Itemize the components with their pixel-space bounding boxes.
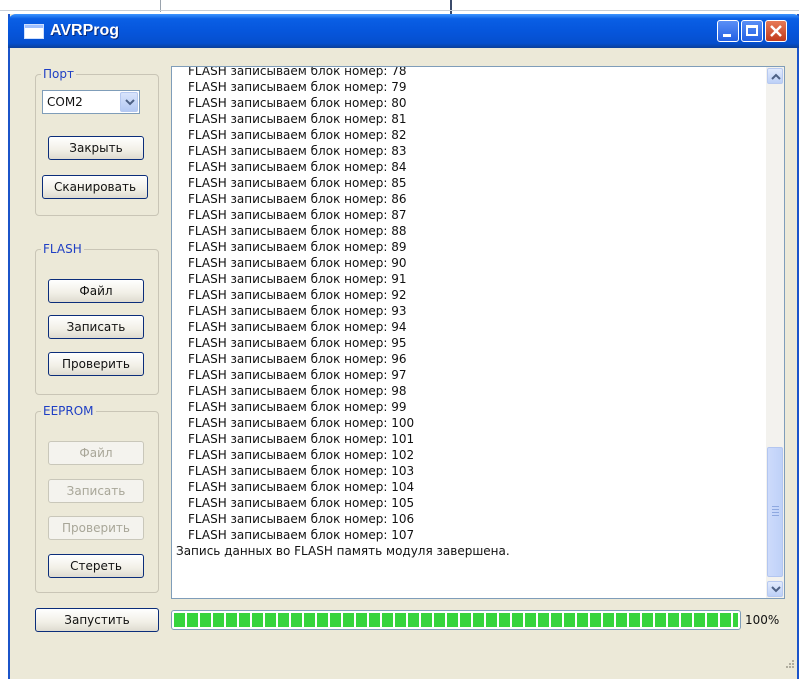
log-lines: FLASH записываем блок номер: 78 FLASH зап… bbox=[172, 66, 762, 559]
eeprom-write-button[interactable]: Записать bbox=[48, 479, 144, 503]
log-line: FLASH записываем блок номер: 102 bbox=[188, 448, 415, 462]
log-textarea[interactable]: FLASH записываем блок номер: 78 FLASH зап… bbox=[171, 66, 785, 599]
com-port-select[interactable]: COM2 bbox=[42, 90, 140, 114]
log-line: FLASH записываем блок номер: 94 bbox=[188, 320, 407, 334]
eeprom-file-button[interactable]: Файл bbox=[48, 441, 144, 465]
log-line: FLASH записываем блок номер: 95 bbox=[188, 336, 407, 350]
log-line: FLASH записываем блок номер: 92 bbox=[188, 288, 407, 302]
background-window-strip bbox=[0, 0, 799, 14]
log-line: FLASH записываем блок номер: 87 bbox=[188, 208, 407, 222]
scroll-up-icon bbox=[771, 73, 781, 80]
log-line: FLASH записываем блок номер: 101 bbox=[188, 432, 415, 446]
log-line: FLASH записываем блок номер: 98 bbox=[188, 384, 407, 398]
log-line: FLASH записываем блок номер: 84 bbox=[188, 160, 407, 174]
log-line: FLASH записываем блок номер: 105 bbox=[188, 496, 415, 510]
maximize-button[interactable] bbox=[741, 20, 763, 42]
log-line: FLASH записываем блок номер: 91 bbox=[188, 272, 407, 286]
window-title: AVRProg bbox=[50, 22, 120, 39]
log-line: FLASH записываем блок номер: 96 bbox=[188, 352, 407, 366]
log-line: FLASH записываем блок номер: 93 bbox=[188, 304, 407, 318]
log-line: FLASH записываем блок номер: 88 bbox=[188, 224, 407, 238]
log-line: FLASH записываем блок номер: 104 bbox=[188, 480, 415, 494]
log-line: FLASH записываем блок номер: 100 bbox=[188, 416, 415, 430]
flash-verify-button[interactable]: Проверить bbox=[48, 352, 144, 376]
log-line: FLASH записываем блок номер: 80 bbox=[188, 96, 407, 110]
flash-write-button[interactable]: Записать bbox=[48, 315, 144, 339]
log-line: FLASH записываем блок номер: 82 bbox=[188, 128, 407, 142]
port-group-label: Порт bbox=[41, 67, 76, 81]
combo-dropdown-button[interactable] bbox=[120, 92, 138, 112]
scan-button[interactable]: Сканировать bbox=[42, 175, 148, 199]
log-final-line: Запись данных во FLASH память модуля зав… bbox=[176, 544, 510, 558]
log-line: FLASH записываем блок номер: 90 bbox=[188, 256, 407, 270]
eeprom-verify-button[interactable]: Проверить bbox=[48, 516, 144, 540]
log-line: FLASH записываем блок номер: 83 bbox=[188, 144, 407, 158]
run-button[interactable]: Запустить bbox=[35, 608, 159, 632]
flash-group-label: FLASH bbox=[41, 242, 84, 256]
app-icon bbox=[24, 24, 44, 39]
flash-file-button[interactable]: Файл bbox=[48, 279, 144, 303]
minimize-icon bbox=[723, 34, 731, 37]
chevron-down-icon bbox=[125, 99, 135, 106]
scroll-thumb[interactable] bbox=[767, 447, 783, 577]
log-line: FLASH записываем блок номер: 78 bbox=[188, 66, 407, 78]
log-line: FLASH записываем блок номер: 85 bbox=[188, 176, 407, 190]
minimize-button[interactable] bbox=[717, 20, 739, 42]
close-port-button[interactable]: Закрыть bbox=[48, 136, 144, 160]
progress-percent: 100% bbox=[745, 613, 780, 627]
log-line: FLASH записываем блок номер: 89 bbox=[188, 240, 407, 254]
log-line: FLASH записываем блок номер: 97 bbox=[188, 368, 407, 382]
maximize-icon bbox=[746, 25, 758, 36]
scroll-down-button[interactable] bbox=[767, 581, 783, 597]
scroll-up-button[interactable] bbox=[767, 68, 783, 84]
progress-bar bbox=[171, 610, 741, 630]
scroll-down-icon bbox=[771, 586, 781, 593]
log-scrollbar[interactable] bbox=[766, 67, 784, 598]
title-bar[interactable]: AVRProg bbox=[8, 14, 799, 48]
log-line: FLASH записываем блок номер: 86 bbox=[188, 192, 407, 206]
eeprom-group-label: EEPROM bbox=[41, 404, 96, 418]
log-line: FLASH записываем блок номер: 81 bbox=[188, 112, 407, 126]
close-icon bbox=[770, 25, 782, 37]
log-line: FLASH записываем блок номер: 103 bbox=[188, 464, 415, 478]
log-line: FLASH записываем блок номер: 106 bbox=[188, 512, 415, 526]
resize-grip-icon[interactable] bbox=[785, 659, 795, 669]
com-port-value: COM2 bbox=[47, 95, 83, 109]
log-line: FLASH записываем блок номер: 99 bbox=[188, 400, 407, 414]
eeprom-erase-button[interactable]: Стереть bbox=[48, 554, 144, 578]
log-line: FLASH записываем блок номер: 79 bbox=[188, 80, 407, 94]
close-button[interactable] bbox=[765, 20, 787, 42]
log-line: FLASH записываем блок номер: 107 bbox=[188, 528, 415, 542]
progress-fill bbox=[174, 613, 738, 627]
